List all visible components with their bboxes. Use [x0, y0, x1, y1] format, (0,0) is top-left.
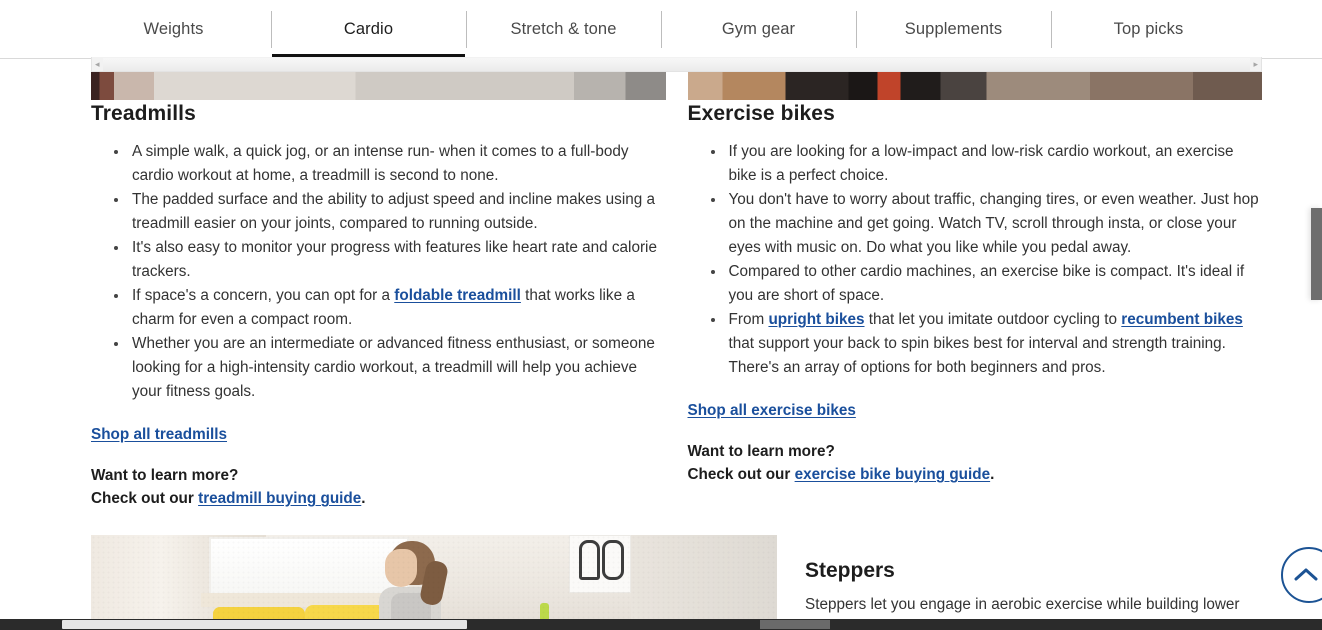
list-item: Whether you are an intermediate or advan… [114, 332, 666, 404]
shop-all-treadmills-link[interactable]: Shop all treadmills [91, 426, 227, 444]
steppers-section: Steppers Steppers let you engage in aero… [91, 535, 1262, 630]
list-item: From upright bikes that let you imitate … [710, 308, 1263, 380]
check-out-line: Check out our exercise bike buying guide… [688, 463, 1263, 486]
tab-stretch-and-tone[interactable]: Stretch & tone [466, 0, 661, 59]
list-item: It's also easy to monitor your progress … [114, 236, 666, 284]
exercise-bikes-bullet-list: If you are looking for a low-impact and … [688, 140, 1263, 380]
bullet-text: The padded surface and the ability to ad… [132, 191, 655, 232]
list-item: If space's a concern, you can opt for a … [114, 284, 666, 332]
steppers-paragraph: Steppers let you engage in aerobic exerc… [805, 596, 1240, 613]
exercise-bikes-learn-more: Want to learn more? Check out our exerci… [688, 440, 1263, 486]
photo-grain-overlay [91, 535, 777, 630]
tab-label: Gym gear [721, 20, 796, 38]
tab-label: Supplements [904, 20, 1003, 38]
two-column-layout: Treadmills A simple walk, a quick jog, o… [91, 102, 1262, 510]
list-item: You don't have to worry about traffic, c… [710, 188, 1263, 260]
browser-bar-segment [760, 620, 830, 629]
page-root: Weights Cardio Stretch & tone Gym gear S… [0, 0, 1322, 630]
learn-more-question: Want to learn more? [91, 467, 239, 484]
recumbent-bikes-link[interactable]: recumbent bikes [1121, 311, 1243, 328]
list-item: A simple walk, a quick jog, or an intens… [114, 140, 666, 188]
bullet-text: If you are looking for a low-impact and … [728, 143, 1234, 184]
check-out-prefix: Check out our [687, 466, 795, 483]
tab-label: Cardio [343, 20, 394, 38]
category-tab-bar: Weights Cardio Stretch & tone Gym gear S… [0, 0, 1322, 59]
page-vertical-scrollbar-thumb[interactable] [1311, 208, 1322, 300]
exercise-bike-buying-guide-link[interactable]: exercise bike buying guide [795, 466, 991, 483]
bullet-text: From [728, 311, 769, 328]
check-out-line: Check out our treadmill buying guide. [91, 487, 666, 510]
bullet-text: that support your back to spin bikes bes… [728, 335, 1226, 376]
bullet-text: that let you imitate outdoor cycling to [864, 311, 1122, 328]
tab-label: Weights [143, 20, 204, 38]
tab-weights[interactable]: Weights [76, 0, 271, 59]
bullet-text: It's also easy to monitor your progress … [132, 239, 657, 280]
steppers-text: Steppers Steppers let you engage in aero… [805, 535, 1262, 630]
tab-label: Top picks [1113, 20, 1184, 38]
browser-horizontal-scrollbar-thumb[interactable] [62, 620, 467, 629]
tab-cardio[interactable]: Cardio [271, 0, 466, 59]
browser-bottom-bar [0, 619, 1322, 630]
treadmills-column: Treadmills A simple walk, a quick jog, o… [91, 102, 666, 510]
exercise-bikes-heading: Exercise bikes [687, 102, 835, 125]
exercise-bikes-column: Exercise bikes If you are looking for a … [688, 102, 1263, 510]
content-area: Treadmills A simple walk, a quick jog, o… [0, 60, 1322, 630]
treadmills-learn-more: Want to learn more? Check out our treadm… [91, 464, 666, 510]
check-out-suffix: . [361, 490, 366, 507]
list-item: Compared to other cardio machines, an ex… [710, 260, 1263, 308]
exercise-bike-photo [687, 72, 1262, 100]
learn-more-question: Want to learn more? [687, 443, 835, 460]
steppers-photo [91, 535, 777, 630]
bullet-text: Whether you are an intermediate or advan… [132, 335, 655, 400]
bullet-text: Compared to other cardio machines, an ex… [728, 263, 1245, 304]
tab-list: Weights Cardio Stretch & tone Gym gear S… [76, 0, 1246, 59]
check-out-prefix: Check out our [91, 490, 199, 507]
tab-label: Stretch & tone [510, 20, 617, 38]
bullet-text: If space's a concern, you can opt for a [132, 287, 395, 304]
tab-top-picks[interactable]: Top picks [1051, 0, 1246, 59]
list-item: The padded surface and the ability to ad… [114, 188, 666, 236]
treadmills-bullet-list: A simple walk, a quick jog, or an intens… [91, 140, 666, 404]
top-photo-strip [91, 72, 1262, 100]
tab-gym-gear[interactable]: Gym gear [661, 0, 856, 59]
bullet-text: You don't have to worry about traffic, c… [728, 191, 1259, 256]
bullet-text: A simple walk, a quick jog, or an intens… [132, 143, 629, 184]
foldable-treadmill-link[interactable]: foldable treadmill [394, 287, 521, 304]
shop-all-exercise-bikes-link[interactable]: Shop all exercise bikes [688, 402, 856, 420]
treadmills-heading: Treadmills [91, 102, 196, 125]
upright-bikes-link[interactable]: upright bikes [768, 311, 864, 328]
steppers-heading: Steppers [805, 559, 895, 582]
list-item: If you are looking for a low-impact and … [710, 140, 1263, 188]
tab-supplements[interactable]: Supplements [856, 0, 1051, 59]
check-out-suffix: . [990, 466, 995, 483]
treadmill-photo [91, 72, 666, 100]
chevron-up-icon [1294, 568, 1318, 581]
treadmill-buying-guide-link[interactable]: treadmill buying guide [198, 490, 361, 507]
